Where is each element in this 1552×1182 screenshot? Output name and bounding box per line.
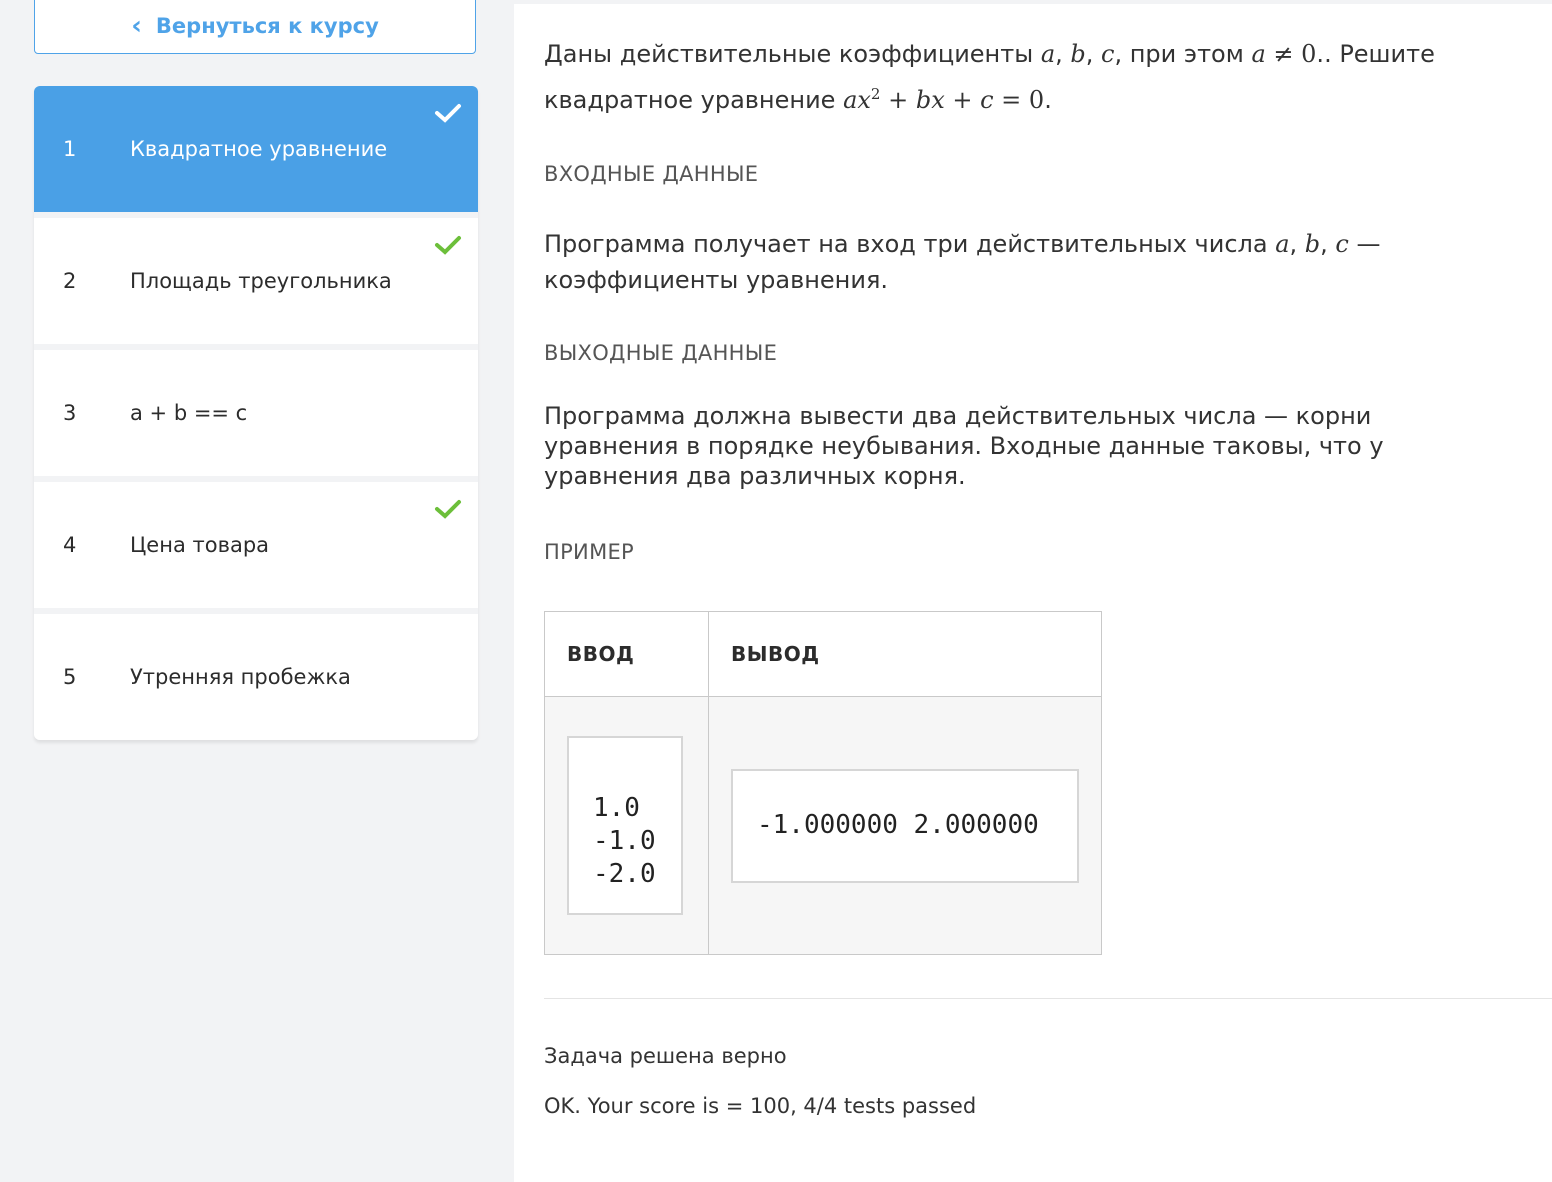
task-title: Цена товара <box>130 533 270 557</box>
example-output-cell: -1.000000 2.000000 <box>708 696 1102 955</box>
statement-prefix: Даны действительные коэффициенты <box>544 40 1041 68</box>
task-item-1[interactable]: 1 Квадратное уравнение <box>34 86 478 212</box>
example-input-cell: 1.0 -1.0 -2.0 <box>544 696 709 955</box>
divider <box>544 998 1552 999</box>
result-title: Задача решена верно <box>544 1044 787 1068</box>
task-number: 5 <box>63 665 77 689</box>
problem-panel: Даны действительные коэффициенты a, b, c… <box>514 4 1552 1182</box>
example-output-header: ВЫВОД <box>708 611 1102 697</box>
input-description: Программа получает на вход три действите… <box>544 230 1381 294</box>
example-table: ВВОД ВЫВОД 1.0 -1.0 -2.0 -1.000000 2.000… <box>544 611 1102 955</box>
output-section-title: ВЫХОДНЫЕ ДАННЫЕ <box>544 341 778 365</box>
task-item-4[interactable]: 4 Цена товара <box>34 482 478 608</box>
task-list: 1 Квадратное уравнение 2 Площадь треугол… <box>34 86 478 740</box>
task-number: 3 <box>63 401 77 425</box>
output-description: Программа должна вывести два действитель… <box>544 402 1384 490</box>
math-coefficients: a <box>1040 40 1056 68</box>
input-text-prefix: Программа получает на вход три действите… <box>544 230 1276 258</box>
math-equation: ax2 + bx + c = 0 <box>843 85 1045 114</box>
check-icon <box>435 104 461 123</box>
problem-statement: Даны действительные коэффициенты a, b, c… <box>544 40 1435 114</box>
task-title: Квадратное уравнение <box>130 137 388 161</box>
back-to-course-button[interactable]: ‹ Вернуться к курсу <box>34 0 476 54</box>
result-message: OK. Your score is = 100, 4/4 tests passe… <box>544 1094 977 1118</box>
check-icon <box>435 500 461 519</box>
statement-mid: , при этом <box>1114 40 1252 68</box>
back-to-course-label: Вернуться к курсу <box>155 14 379 38</box>
task-title: Утренняя пробежка <box>130 665 351 689</box>
task-item-3[interactable]: 3 a + b == c <box>34 350 478 476</box>
chevron-left-icon: ‹ <box>131 11 142 41</box>
task-number: 1 <box>63 137 77 161</box>
problem-content: Даны действительные коэффициенты a, b, c… <box>544 4 1552 1118</box>
check-icon <box>435 236 461 255</box>
task-item-5[interactable]: 5 Утренняя пробежка <box>34 614 478 740</box>
task-title: Площадь треугольника <box>130 269 392 293</box>
task-item-2[interactable]: 2 Площадь треугольника <box>34 218 478 344</box>
example-section-title: ПРИМЕР <box>544 540 635 564</box>
task-title: a + b == c <box>130 401 248 425</box>
example-input-header: ВВОД <box>544 611 709 697</box>
task-number: 4 <box>63 533 77 557</box>
sidebar: ‹ Вернуться к курсу 1 Квадратное уравнен… <box>0 0 514 1182</box>
input-section-title: ВХОДНЫЕ ДАННЫЕ <box>544 162 759 186</box>
example-output-value: -1.000000 2.000000 <box>731 768 1079 883</box>
task-number: 2 <box>63 269 77 293</box>
example-input-value: 1.0 -1.0 -2.0 <box>567 736 683 915</box>
math-condition: a ≠ 0 <box>1251 40 1317 68</box>
